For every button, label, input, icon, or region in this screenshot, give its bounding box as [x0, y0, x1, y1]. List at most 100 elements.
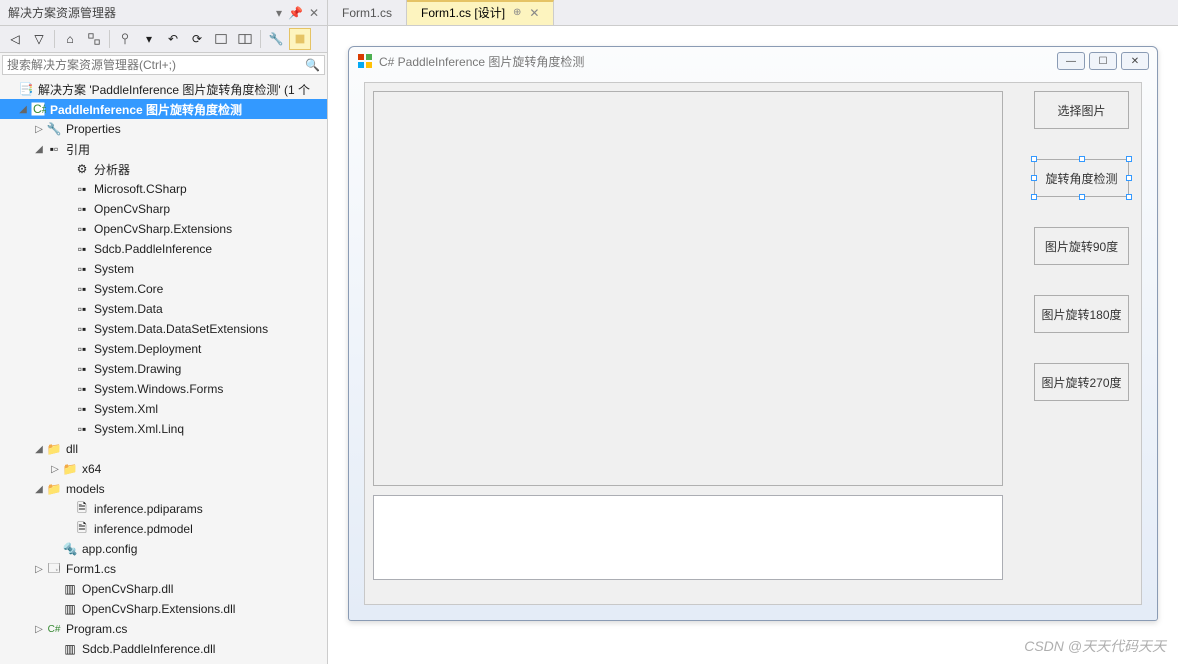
- panel-title: 解决方案资源管理器: [8, 4, 270, 21]
- reference-node[interactable]: ▫▪System.Core: [0, 279, 327, 299]
- form-button-2[interactable]: 图片旋转90度: [1034, 227, 1129, 265]
- reference-icon: ▫▪: [74, 401, 90, 417]
- reference-node[interactable]: ▫▪Microsoft.CSharp: [0, 179, 327, 199]
- button-column: 选择图片旋转角度检测图片旋转90度图片旋转180度图片旋转270度: [1034, 91, 1129, 401]
- maximize-button[interactable]: ☐: [1089, 52, 1117, 70]
- resize-handle[interactable]: [1031, 175, 1037, 181]
- reference-icon: ▫▪: [74, 301, 90, 317]
- home-button[interactable]: ⌂: [59, 28, 81, 50]
- reference-node[interactable]: ▫▪System.Windows.Forms: [0, 379, 327, 399]
- reference-node[interactable]: ▫▪System.Drawing: [0, 359, 327, 379]
- program-node[interactable]: ▷C#Program.cs: [0, 619, 327, 639]
- reference-icon: ▫▪: [74, 181, 90, 197]
- reference-node[interactable]: ▫▪System: [0, 259, 327, 279]
- resize-handle[interactable]: [1126, 194, 1132, 200]
- reference-node[interactable]: ▫▪Sdcb.PaddleInference: [0, 239, 327, 259]
- csharp-project-icon: C#: [30, 101, 46, 117]
- file-icon: 🗎: [74, 521, 90, 537]
- refresh-button[interactable]: ⟳: [186, 28, 208, 50]
- model-file-node[interactable]: 🗎inference.pdmodel: [0, 519, 327, 539]
- appconfig-node[interactable]: 🔩app.config: [0, 539, 327, 559]
- collapse-button[interactable]: [210, 28, 232, 50]
- form1-node[interactable]: ▷🗔Form1.cs: [0, 559, 327, 579]
- form-button-3[interactable]: 图片旋转180度: [1034, 295, 1129, 333]
- form-button-4[interactable]: 图片旋转270度: [1034, 363, 1129, 401]
- resize-handle[interactable]: [1126, 156, 1132, 162]
- ocvext-dll-node[interactable]: ▥OpenCvSharp.Extensions.dll: [0, 599, 327, 619]
- search-box[interactable]: 🔍: [2, 55, 325, 75]
- search-input[interactable]: [7, 58, 305, 72]
- form-window[interactable]: C# PaddleInference 图片旋转角度检测 — ☐ ✕ 选择图片旋转…: [348, 46, 1158, 621]
- reference-icon: ▫▪: [74, 341, 90, 357]
- dll-icon: ▥: [62, 601, 78, 617]
- reference-icon: ▫▪: [74, 381, 90, 397]
- file-icon: 🗎: [74, 501, 90, 517]
- reference-node[interactable]: ▫▪System.Xml.Linq: [0, 419, 327, 439]
- resize-handle[interactable]: [1031, 194, 1037, 200]
- reference-node[interactable]: ⚙分析器: [0, 159, 327, 179]
- reference-node[interactable]: ▫▪System.Xml: [0, 399, 327, 419]
- pin-icon[interactable]: ⊕: [513, 7, 521, 18]
- reference-node[interactable]: ▫▪OpenCvSharp.Extensions: [0, 219, 327, 239]
- pin-icon[interactable]: 📌: [288, 6, 303, 20]
- x64-folder-node[interactable]: ▷📁x64: [0, 459, 327, 479]
- reference-node[interactable]: ▫▪System.Deployment: [0, 339, 327, 359]
- resize-handle[interactable]: [1126, 175, 1132, 181]
- dropdown-icon[interactable]: ▾: [276, 6, 282, 20]
- forward-button[interactable]: ▽: [28, 28, 50, 50]
- close-button[interactable]: ✕: [1121, 52, 1149, 70]
- csharp-file-icon: C#: [46, 621, 62, 637]
- form-client-area: 选择图片旋转角度检测图片旋转90度图片旋转180度图片旋转270度: [364, 82, 1142, 605]
- reference-icon: ▫▪: [74, 321, 90, 337]
- references-node[interactable]: ◢▪▫引用: [0, 139, 327, 159]
- form-button-1[interactable]: 旋转角度检测: [1034, 159, 1129, 197]
- dll-folder-node[interactable]: ◢📁dll: [0, 439, 327, 459]
- back-button[interactable]: ◁: [4, 28, 26, 50]
- models-folder-node[interactable]: ◢📁models: [0, 479, 327, 499]
- project-node[interactable]: ◢C#PaddleInference 图片旋转角度检测: [0, 99, 327, 119]
- form-designer[interactable]: C# PaddleInference 图片旋转角度检测 — ☐ ✕ 选择图片旋转…: [328, 26, 1178, 664]
- scope-button[interactable]: [114, 28, 136, 50]
- resize-handle[interactable]: [1079, 156, 1085, 162]
- refresh-dropdown[interactable]: ▾: [138, 28, 160, 50]
- tab-form1-code[interactable]: Form1.cs: [328, 0, 407, 25]
- search-icon[interactable]: 🔍: [305, 58, 320, 72]
- reference-node[interactable]: ▫▪System.Data: [0, 299, 327, 319]
- dll-icon: ▥: [62, 581, 78, 597]
- tab-form1-design[interactable]: Form1.cs [设计]⊕✕: [407, 0, 554, 25]
- reference-icon: ⚙: [74, 161, 90, 177]
- show-all-button[interactable]: [234, 28, 256, 50]
- paddle-dll-node[interactable]: ▥Sdcb.PaddleInference.dll: [0, 639, 327, 659]
- properties-node[interactable]: ▷🔧Properties: [0, 119, 327, 139]
- resize-handle[interactable]: [1079, 194, 1085, 200]
- config-icon: 🔩: [62, 541, 78, 557]
- reference-node[interactable]: ▫▪System.Data.DataSetExtensions: [0, 319, 327, 339]
- close-icon[interactable]: ✕: [529, 6, 539, 20]
- preview-button[interactable]: [289, 28, 311, 50]
- document-tabs: Form1.cs Form1.cs [设计]⊕✕: [328, 0, 1178, 26]
- picture-box[interactable]: [373, 91, 1003, 486]
- reference-icon: ▫▪: [74, 261, 90, 277]
- form-button-0[interactable]: 选择图片: [1034, 91, 1129, 129]
- resize-handle[interactable]: [1031, 156, 1037, 162]
- output-textbox[interactable]: [373, 495, 1003, 580]
- properties-button[interactable]: 🔧: [265, 28, 287, 50]
- reference-icon: ▫▪: [74, 281, 90, 297]
- form-titlebar: C# PaddleInference 图片旋转角度检测 — ☐ ✕: [349, 47, 1157, 75]
- form-title: C# PaddleInference 图片旋转角度检测: [379, 53, 1057, 70]
- reference-node[interactable]: ▫▪OpenCvSharp: [0, 199, 327, 219]
- sync-button[interactable]: [83, 28, 105, 50]
- solution-node[interactable]: 📑解决方案 'PaddleInference 图片旋转角度检测' (1 个: [0, 79, 327, 99]
- reference-icon: ▫▪: [74, 201, 90, 217]
- model-file-node[interactable]: 🗎inference.pdiparams: [0, 499, 327, 519]
- solution-explorer-panel: 解决方案资源管理器 ▾ 📌 ✕ ◁ ▽ ⌂ ▾ ↶ ⟳ 🔧 🔍: [0, 0, 328, 664]
- solution-tree[interactable]: 📑解决方案 'PaddleInference 图片旋转角度检测' (1 个 ◢C…: [0, 77, 327, 664]
- ocv-dll-node[interactable]: ▥OpenCvSharp.dll: [0, 579, 327, 599]
- form-icon: 🗔: [46, 561, 62, 577]
- folder-icon: 📁: [46, 481, 62, 497]
- app-icon: [357, 53, 373, 69]
- undo-button[interactable]: ↶: [162, 28, 184, 50]
- close-icon[interactable]: ✕: [309, 6, 319, 20]
- minimize-button[interactable]: —: [1057, 52, 1085, 70]
- svg-text:C#: C#: [33, 102, 46, 116]
